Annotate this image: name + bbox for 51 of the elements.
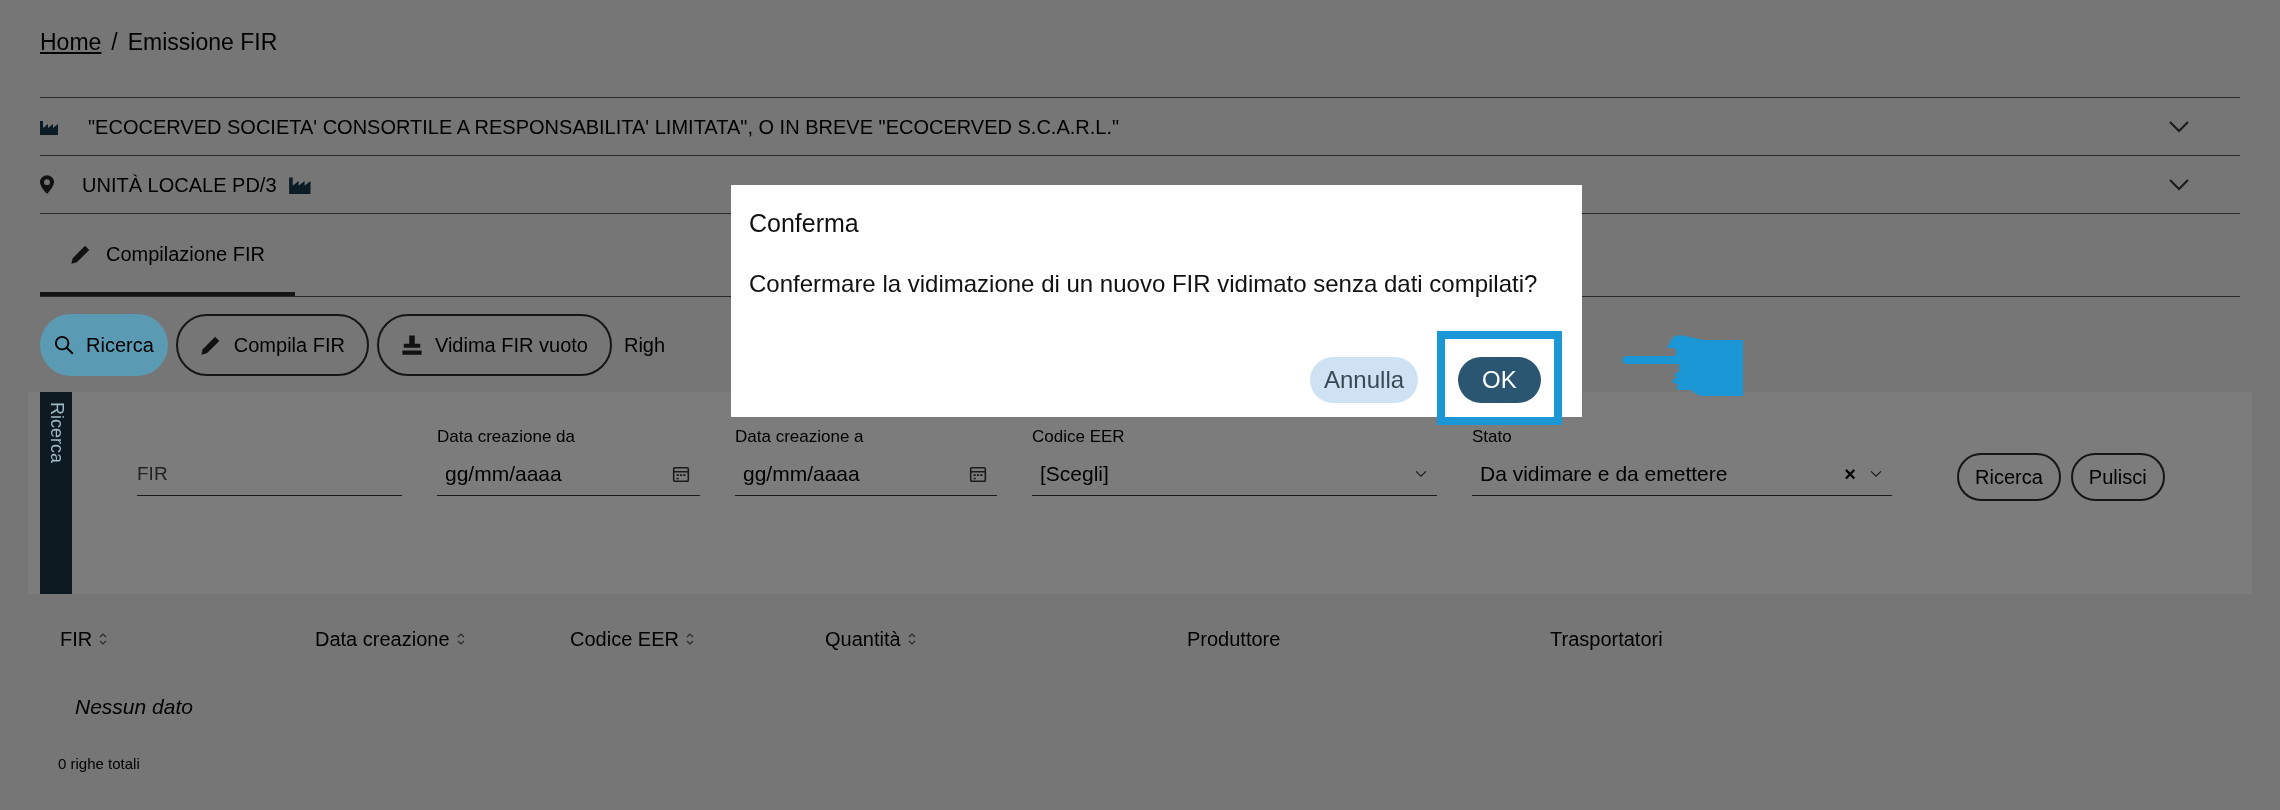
column-header: Trasportatori xyxy=(1550,627,1663,652)
ok-button[interactable]: OK xyxy=(1458,357,1541,403)
stamp-toolbar-button[interactable]: Vidima FIR vuoto xyxy=(376,313,612,376)
field-label: Codice EER xyxy=(1032,427,1125,446)
panel-button[interactable]: Ricerca xyxy=(1957,453,2061,501)
chevron-down-icon xyxy=(2168,177,2190,192)
date-input-field[interactable]: gg/mm/aaaa xyxy=(437,452,700,496)
factory-icon xyxy=(288,175,313,194)
breadcrumb-current: Emissione FIR xyxy=(127,28,278,58)
context-label: UNITÀ LOCALE PD/3 xyxy=(82,172,277,198)
edit-toolbar-button[interactable]: Compila FIR xyxy=(175,313,369,376)
column-header[interactable]: FIR xyxy=(60,624,93,654)
column-header[interactable]: Data creazione xyxy=(315,624,450,654)
field-label: Data creazione a xyxy=(735,427,864,446)
row-count: 0 righe totali xyxy=(58,753,140,774)
chevron-down-icon xyxy=(1415,469,1427,478)
field-label: Data creazione da xyxy=(437,427,575,446)
clear-icon[interactable]: × xyxy=(1844,458,1856,489)
column-header: Produttore xyxy=(1187,627,1281,652)
tab[interactable]: Compilazione FIR xyxy=(40,216,295,296)
breadcrumb-separator: / xyxy=(111,28,118,58)
calendar-icon xyxy=(672,464,690,483)
dialog-message: Confermare la vidimazione di un nuovo FIR vidimato senza dati compilati? xyxy=(749,268,1539,299)
chevron-down-icon xyxy=(1870,469,1882,478)
chevron-down-icon xyxy=(2168,119,2190,134)
select-field[interactable]: Da vidimare e da emettere × xyxy=(1472,452,1892,496)
sort-icon xyxy=(455,631,466,647)
search-toolbar-button[interactable]: Ricerca xyxy=(40,313,168,376)
pencil-icon xyxy=(70,243,92,265)
location-pin-icon xyxy=(40,175,54,194)
empty-table-text: Nessun dato xyxy=(75,693,193,720)
sort-icon xyxy=(906,631,917,647)
search-side-tab[interactable]: Ricerca xyxy=(40,392,72,594)
context-label: "ECOCERVED SOCIETA' CONSORTILE A RESPONSABILITA' LIMITATA", O IN BREVE "ECOCERVED S.C.A.R.L." xyxy=(88,114,1120,140)
context-row[interactable]: "ECOCERVED SOCIETA' CONSORTILE A RESPONSABILITA' LIMITATA", O IN BREVE "ECOCERVED S.C.A.R.L." xyxy=(40,98,2240,156)
column-header[interactable]: Quantità xyxy=(825,624,901,654)
rows-label: Righ xyxy=(623,332,666,358)
panel-button[interactable]: Pulisci xyxy=(2070,453,2165,501)
stamp-icon xyxy=(400,333,423,356)
factory-icon xyxy=(40,118,60,135)
column-header[interactable]: Codice EER xyxy=(570,624,679,654)
date-input-field[interactable]: gg/mm/aaaa xyxy=(735,452,997,496)
field-label: Stato xyxy=(1472,427,1512,446)
cancel-button[interactable]: Annulla xyxy=(1310,357,1419,403)
calendar-icon xyxy=(969,464,987,483)
select-field[interactable]: [Scegli] xyxy=(1032,452,1437,496)
search-icon xyxy=(54,334,74,355)
sort-icon xyxy=(98,631,109,647)
sort-icon xyxy=(684,631,695,647)
fir-input-field[interactable]: FIR xyxy=(137,452,402,496)
home-link[interactable]: Home xyxy=(40,25,102,60)
